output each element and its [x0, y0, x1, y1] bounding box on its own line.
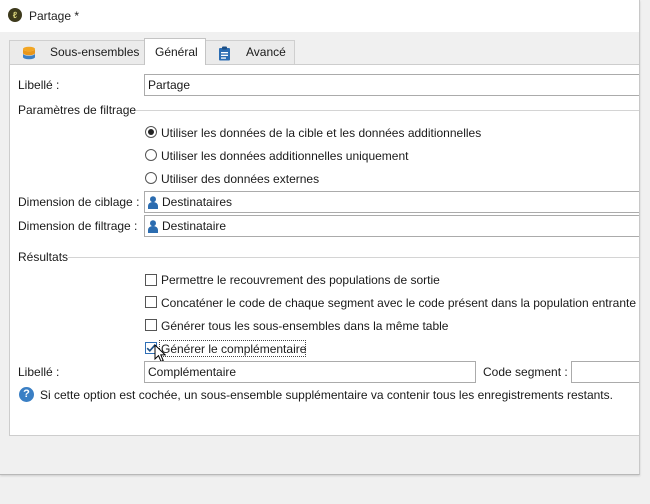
title-bar: ℓ Partage *: [0, 0, 639, 32]
segment-code-label: Code segment :: [483, 365, 568, 379]
radio-label: Utiliser des données externes: [161, 172, 320, 186]
checkbox-same-table[interactable]: [145, 319, 157, 331]
tab-label: Avancé: [246, 45, 286, 59]
complement-label-input[interactable]: Complémentaire: [144, 361, 476, 383]
radio-external-data[interactable]: [145, 172, 157, 184]
targeting-dimension-value: Destinataires: [162, 195, 233, 209]
checkbox-allow-overlap[interactable]: [145, 274, 157, 286]
radio-target-and-additional[interactable]: [145, 126, 157, 138]
help-text: Si cette option est cochée, un sous-ense…: [40, 388, 613, 402]
results-section-title: Résultats: [18, 250, 69, 264]
radio-label: Utiliser les données additionnelles uniq…: [161, 149, 409, 163]
radio-additional-only[interactable]: [145, 149, 157, 161]
filtering-dimension-label: Dimension de filtrage :: [18, 219, 138, 233]
targeting-dimension-label: Dimension de ciblage :: [18, 195, 140, 209]
targeting-dimension-field[interactable]: Destinataires: [144, 191, 639, 213]
tab-label: Sous-ensembles: [50, 45, 140, 59]
tab-avance[interactable]: Avancé: [205, 40, 295, 64]
filtering-dimension-value: Destinataire: [162, 219, 227, 233]
checkbox-label: Générer tous les sous-ensembles dans la …: [161, 319, 449, 333]
tab-sous-ensembles[interactable]: Sous-ensembles: [9, 40, 145, 64]
person-icon: [148, 196, 158, 210]
clipboard-icon: [219, 46, 230, 61]
libelle-value: Partage: [148, 78, 191, 92]
libelle-input[interactable]: Partage: [144, 74, 639, 96]
checkbox-label: Permettre le recouvrement des population…: [161, 273, 440, 287]
database-icon: [23, 46, 35, 60]
help-icon: ?: [19, 387, 34, 402]
app-icon: ℓ: [8, 8, 22, 22]
section-divider: [136, 110, 639, 111]
radio-label: Utiliser les données de la cible et les …: [161, 126, 482, 140]
checkbox-label: Concaténer le code de chaque segment ave…: [161, 296, 636, 310]
filtering-dimension-field[interactable]: Destinataire: [144, 215, 639, 237]
window-title: Partage *: [29, 9, 80, 23]
segment-code-input[interactable]: [571, 361, 639, 383]
tab-label: Général: [155, 45, 198, 59]
tab-general[interactable]: Général: [144, 38, 206, 65]
section-divider: [68, 257, 639, 258]
person-icon: [148, 220, 158, 234]
checkbox-concat-segment-code[interactable]: [145, 296, 157, 308]
checkbox-label: Générer le complémentaire: [161, 342, 307, 356]
filtering-section-title: Paramètres de filtrage: [18, 103, 137, 117]
complement-label-value: Complémentaire: [148, 365, 237, 379]
libelle-label: Libellé :: [18, 78, 60, 92]
complement-label-label: Libellé :: [18, 365, 60, 379]
